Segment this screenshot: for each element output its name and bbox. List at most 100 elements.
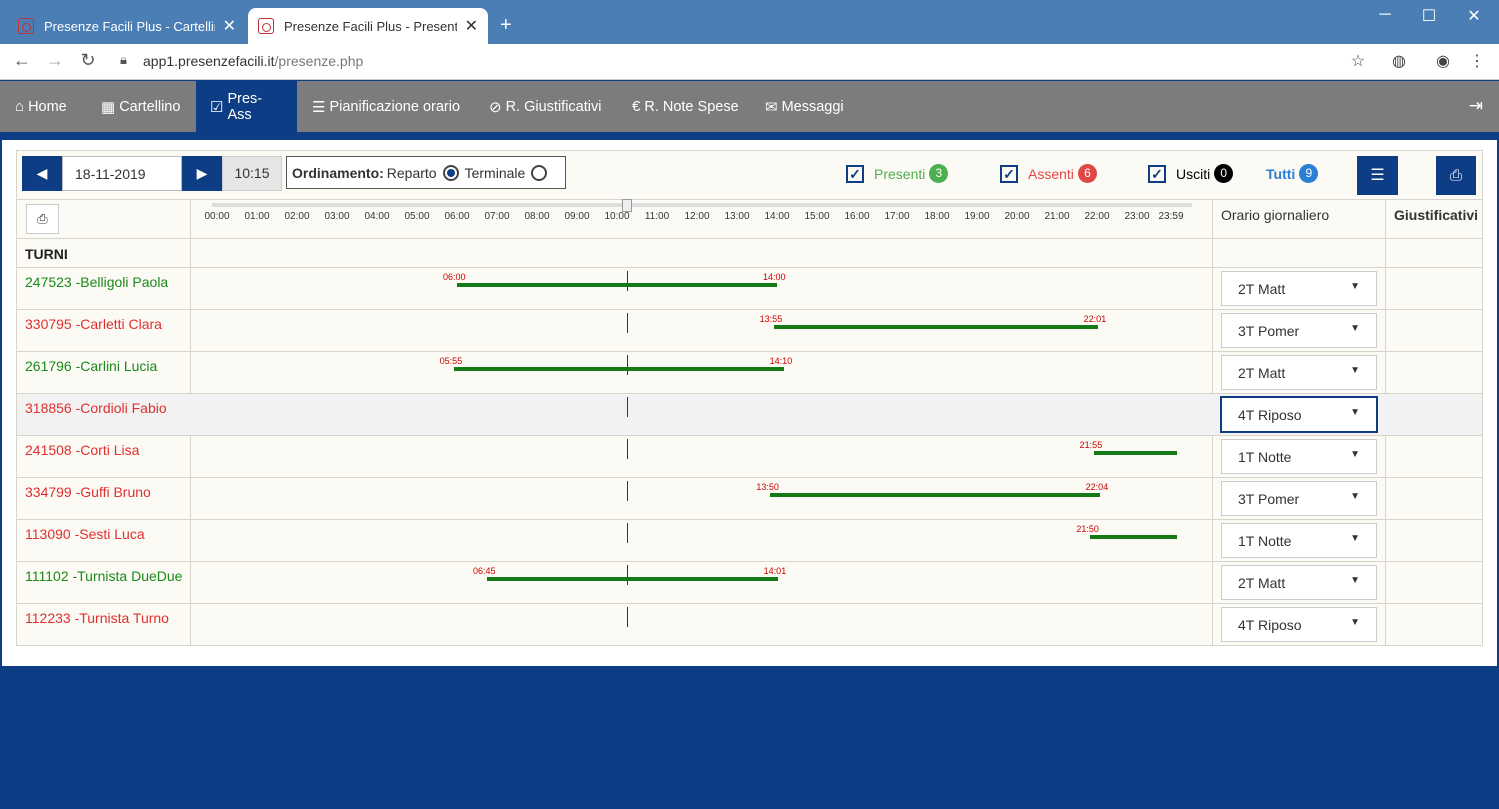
start-time-label: 06:45 <box>473 566 496 576</box>
employee-name[interactable]: 111102 -Turnista DueDue <box>25 568 182 584</box>
shift-select[interactable]: 3T Pomer ▼ <box>1221 313 1377 348</box>
nav-messaggi[interactable]: ✉ Messaggi <box>765 81 844 132</box>
nav-label: Pres-Ass <box>227 90 263 123</box>
timeline-slider-track[interactable] <box>212 203 1192 207</box>
tick-label: 14:00 <box>764 211 790 222</box>
tick-label: 02:00 <box>284 211 310 222</box>
sort-reparto-label: Reparto <box>386 164 437 181</box>
filter-assenti[interactable]: ✓ Assenti 6 <box>1000 164 1097 183</box>
previous-day-button[interactable]: ◀ <box>22 156 62 191</box>
current-time-marker <box>627 565 628 585</box>
reload-icon[interactable]: ↻ <box>76 50 100 71</box>
maximize-icon[interactable]: ☐ <box>1414 6 1444 26</box>
employee-name[interactable]: 241508 -Corti Lisa <box>25 442 139 458</box>
sort-reparto-radio[interactable] <box>442 164 459 181</box>
filter-tutti[interactable]: Tutti 9 <box>1266 164 1319 183</box>
list-view-button[interactable]: ☰ <box>1357 156 1398 195</box>
employee-name[interactable]: 330795 -Carletti Clara <box>25 316 162 332</box>
profile-icon[interactable]: ◉ <box>1432 51 1454 71</box>
menu-dots-icon[interactable]: ⋮ <box>1466 51 1488 71</box>
employee-name[interactable]: 334799 -Guffi Bruno <box>25 484 151 500</box>
close-window-icon[interactable]: ✕ <box>1459 6 1489 26</box>
date-input[interactable]: 18-11-2019 <box>62 156 182 191</box>
schedule-column-header: Orario giornaliero <box>1221 207 1330 223</box>
employee-name[interactable]: 247523 -Belligoli Paola <box>25 274 168 290</box>
forward-arrow-icon[interactable]: → <box>43 50 67 71</box>
caret-down-icon: ▼ <box>1350 533 1360 544</box>
shift-select[interactable]: 1T Notte ▼ <box>1221 523 1377 558</box>
start-time-label: 13:55 <box>759 314 783 324</box>
lock-icon: 🔒︎ <box>120 52 127 67</box>
back-arrow-icon[interactable]: ← <box>10 50 34 71</box>
list-icon: ☰ <box>312 98 326 116</box>
nav-label: Pianificazione orario <box>329 98 461 115</box>
employee-name[interactable]: 261796 -Carlini Lucia <box>25 358 157 374</box>
end-time-label: 14:10 <box>769 356 793 366</box>
nav-pres-ass[interactable]: ☑ Pres-Ass <box>196 81 297 132</box>
calendar-icon: ▦ <box>101 98 116 116</box>
shift-select[interactable]: 1T Notte ▼ <box>1221 439 1377 474</box>
extension-icon[interactable]: ◍ <box>1388 51 1410 71</box>
browser-tab-pres-ass[interactable]: Presenze Facili Plus - Presenti-As ✕ <box>248 8 488 44</box>
shift-select[interactable]: 4T Riposo ▼ <box>1221 397 1377 432</box>
star-icon[interactable]: ☆ <box>1347 51 1369 71</box>
caret-down-icon: ▼ <box>1350 365 1360 376</box>
employee-name[interactable]: 318856 -Cordioli Fabio <box>25 400 167 416</box>
app-navbar: ⌂ Home ▦ Cartellino ☑ Pres-Ass ☰ Pianificazi… <box>0 81 1499 132</box>
shift-select[interactable]: 2T Matt ▼ <box>1221 271 1377 306</box>
shift-select[interactable]: 2T Matt ▼ <box>1221 565 1377 600</box>
shift-select-value: 4T Riposo <box>1238 407 1302 423</box>
favicon-icon <box>258 18 274 34</box>
close-tab-icon[interactable]: ✕ <box>223 16 236 36</box>
shift-select[interactable]: 2T Matt ▼ <box>1221 355 1377 390</box>
tick-label: 23:59 <box>1158 211 1184 222</box>
tick-label: 11:00 <box>644 211 670 222</box>
divider <box>17 199 1482 200</box>
count-badge: 6 <box>1077 164 1097 183</box>
presenti-checkbox[interactable]: ✓ <box>846 164 864 183</box>
nav-label: Messaggi <box>781 98 844 115</box>
nav-pianificazione[interactable]: ☰ Pianificazione orario <box>312 81 460 132</box>
paperclip-icon: ⊘ <box>489 98 502 116</box>
start-time-label: 13:50 <box>756 482 779 492</box>
shift-bar <box>773 325 1098 329</box>
shift-select[interactable]: 3T Pomer ▼ <box>1221 481 1377 516</box>
close-tab-icon[interactable]: ✕ <box>465 16 478 36</box>
nav-cartellino[interactable]: ▦ Cartellino <box>101 81 180 132</box>
assenti-checkbox[interactable]: ✓ <box>1000 164 1018 183</box>
url-domain: app1.presenzefacili.it <box>143 53 275 69</box>
filter-usciti[interactable]: ✓ Usciti 0 <box>1148 164 1234 183</box>
tick-label: 06:00 <box>444 211 470 222</box>
tick-label: 01:00 <box>244 211 270 222</box>
sort-terminale-label: Terminale <box>464 164 526 181</box>
next-day-button[interactable]: ▶ <box>182 156 222 191</box>
employee-name[interactable]: 113090 -Sesti Luca <box>25 526 145 542</box>
current-time-marker <box>627 439 628 459</box>
logout-icon[interactable]: ⇥ <box>1469 96 1483 116</box>
minimize-icon[interactable]: ─ <box>1370 6 1400 24</box>
start-time-label: 21:50 <box>1076 524 1099 534</box>
print-button[interactable]: ⎙ <box>1436 156 1476 195</box>
filter-presenti[interactable]: ✓ Presenti 3 <box>846 164 949 183</box>
nav-giustificativi[interactable]: ⊘ R. Giustificativi <box>489 81 601 132</box>
print-small-button[interactable]: ⎙ <box>26 204 59 234</box>
usciti-checkbox[interactable]: ✓ <box>1148 164 1166 183</box>
tick-label: 12:00 <box>684 211 710 222</box>
new-tab-button[interactable]: + <box>500 14 512 37</box>
tick-label: 10:00 <box>604 211 630 222</box>
shift-select-value: 2T Matt <box>1238 575 1286 591</box>
nav-note-spese[interactable]: € R. Note Spese <box>632 81 739 132</box>
shift-select[interactable]: 4T Riposo ▼ <box>1221 607 1377 642</box>
nav-home[interactable]: ⌂ Home <box>15 81 67 132</box>
sort-terminale-radio[interactable] <box>531 164 548 181</box>
tab-title: Presenze Facili Plus - Presenti-As <box>284 18 457 34</box>
employee-name[interactable]: 112233 -Turnista Turno <box>25 610 169 626</box>
browser-tab-cartellino[interactable]: Presenze Facili Plus - Cartellino ✕ <box>8 8 246 44</box>
caret-down-icon: ▼ <box>1350 407 1360 418</box>
url-field[interactable]: app1.presenzefacili.it/presenze.php <box>143 53 363 69</box>
filter-label: Usciti <box>1176 165 1211 182</box>
filter-label: Presenti <box>874 165 926 182</box>
tab-title: Presenze Facili Plus - Cartellino <box>44 18 215 34</box>
tick-label: 04:00 <box>364 211 390 222</box>
divider <box>17 238 1482 239</box>
